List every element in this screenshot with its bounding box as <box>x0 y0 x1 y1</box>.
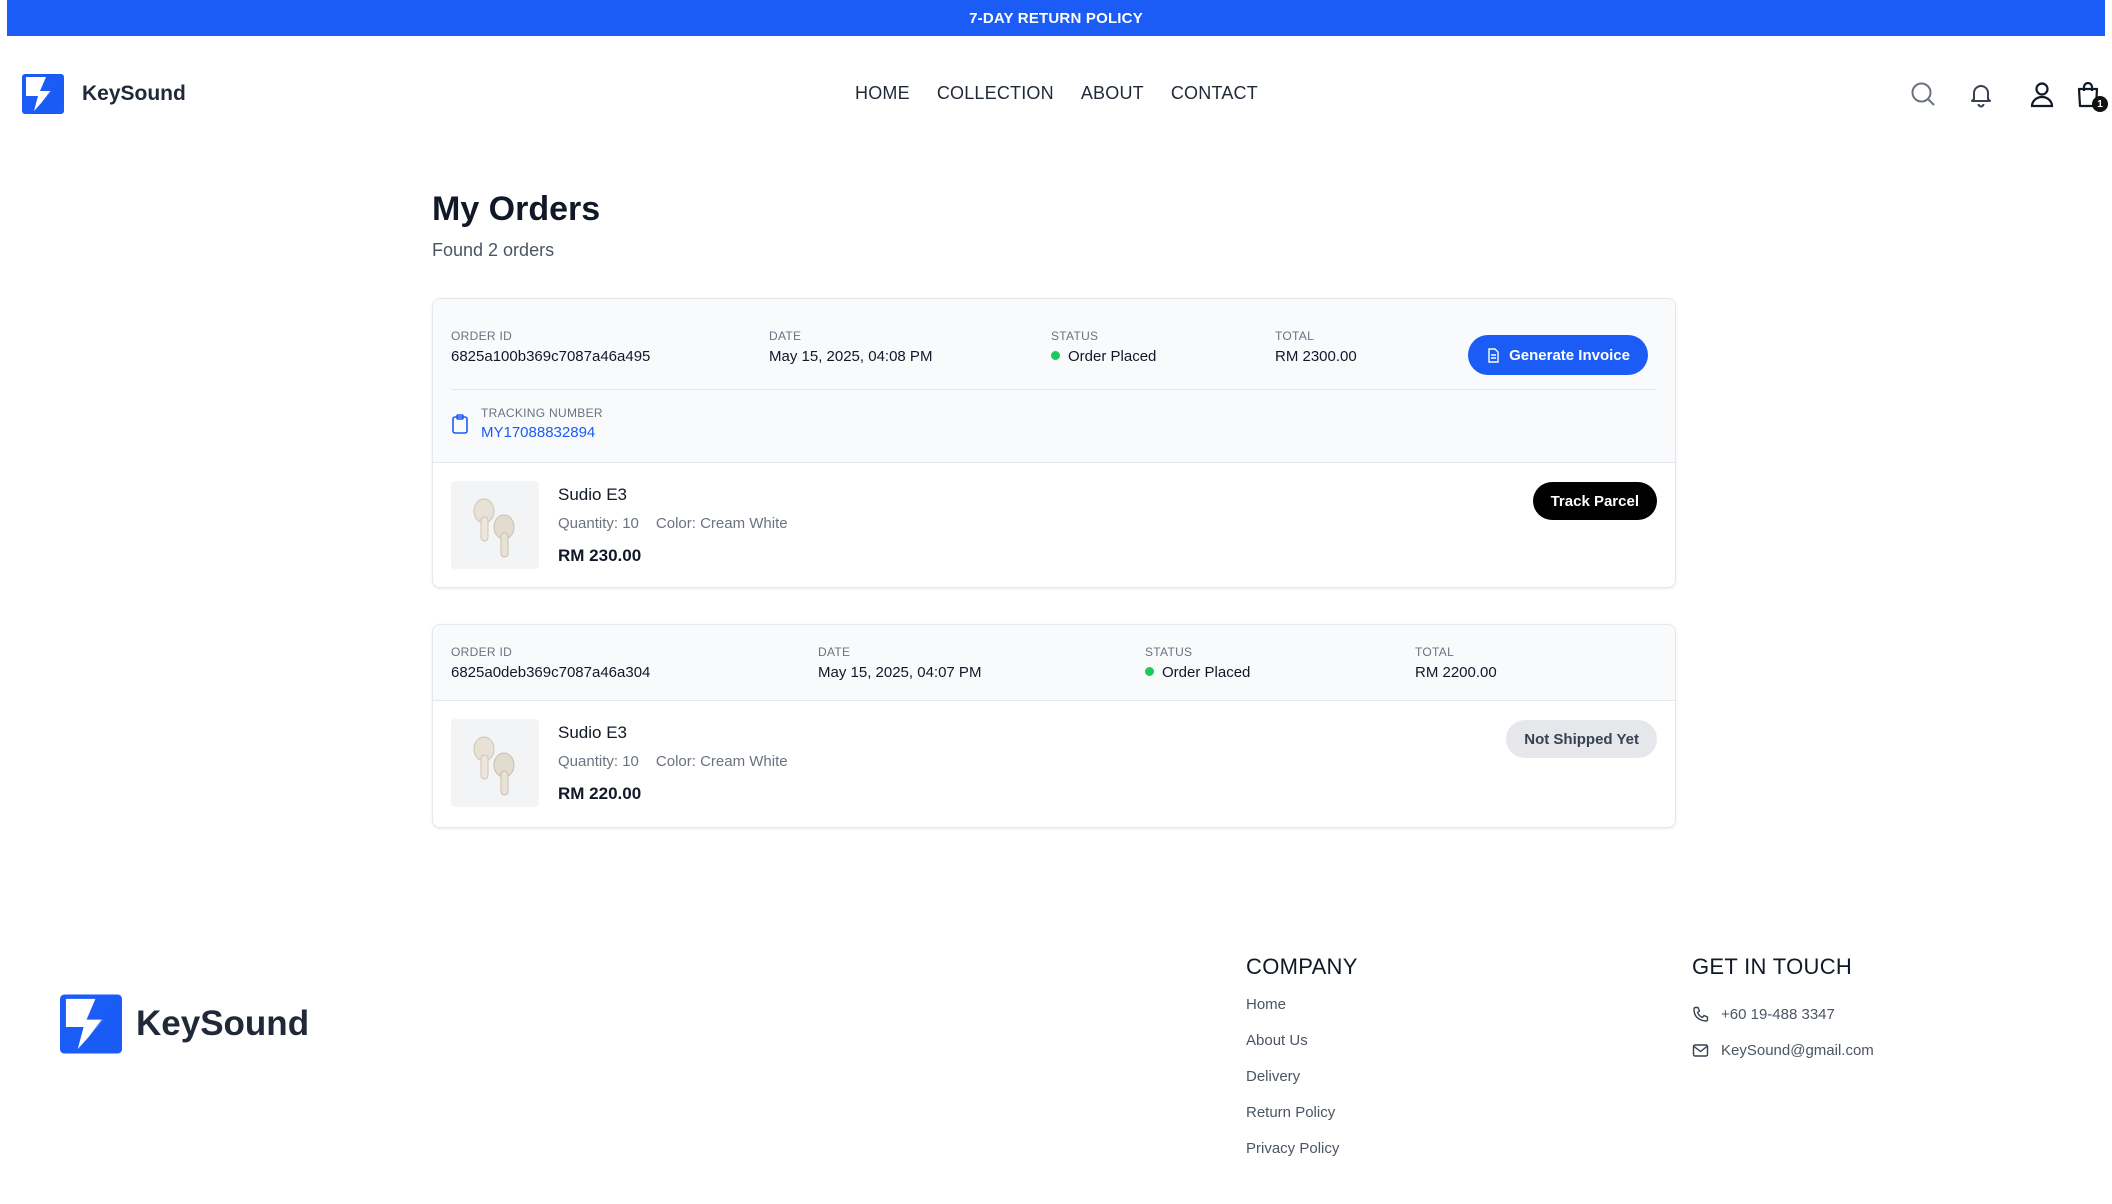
status-dot <box>1051 351 1060 360</box>
order-id-block: ORDER ID 6825a0deb369c7087a46a304 <box>451 645 650 681</box>
product-price: RM 230.00 <box>558 546 642 565</box>
brand-name: KeySound <box>82 82 186 105</box>
product-quantity: Quantity: 10 <box>558 753 639 770</box>
nav-contact[interactable]: CONTACT <box>1171 83 1258 104</box>
tracking-block: TRACKING NUMBER MY17088832894 <box>451 389 1657 441</box>
page-title: My Orders <box>432 190 601 228</box>
order-total-value: RM 2300.00 <box>1275 348 1357 365</box>
search-icon <box>1911 82 1935 106</box>
order-header: ORDER ID 6825a0deb369c7087a46a304 DATE M… <box>433 625 1675 701</box>
clipboard-icon <box>452 414 468 434</box>
footer-contact-heading: GET IN TOUCH <box>1692 954 1853 979</box>
contact-email[interactable]: KeySound@gmail.com <box>1692 1032 1874 1068</box>
order-id-value: 6825a0deb369c7087a46a304 <box>451 664 651 681</box>
product-image <box>451 481 539 569</box>
notifications-button[interactable] <box>1965 78 1997 110</box>
order-card: ORDER ID 6825a100b369c7087a46a495 DATE M… <box>432 298 1676 588</box>
keysound-logo-icon <box>60 994 122 1054</box>
status-dot <box>1145 667 1154 676</box>
document-icon <box>1488 347 1499 363</box>
nav-about[interactable]: ABOUT <box>1081 83 1144 104</box>
order-date-block: DATE May 15, 2025, 04:08 PM <box>769 329 932 365</box>
product-price: RM 220.00 <box>558 784 642 803</box>
cart-button[interactable]: 1 <box>2072 78 2108 112</box>
orders-count: Found 2 orders <box>432 240 555 260</box>
product-image <box>451 719 539 807</box>
order-id-label: ORDER ID <box>451 329 513 343</box>
product-color: Color: Cream White <box>655 753 788 770</box>
order-id-block: ORDER ID 6825a100b369c7087a46a495 <box>451 329 650 365</box>
order-status-block: STATUS Order Placed <box>1145 645 1250 681</box>
order-id-value: 6825a100b369c7087a46a495 <box>451 348 651 365</box>
contact-phone-text: +60 19-488 3347 <box>1721 1005 1835 1023</box>
earbuds-image <box>473 736 515 796</box>
tracking-number-link[interactable]: MY17088832894 <box>481 424 603 441</box>
shipping-status-badge: Not Shipped Yet <box>1506 720 1657 758</box>
footer-company-heading: COMPANY <box>1246 954 1358 979</box>
main-nav: HOME COLLECTION ABOUT CONTACT <box>855 83 1258 104</box>
cart-count-badge: 1 <box>2092 96 2108 112</box>
order-total-label: TOTAL <box>1275 329 1315 343</box>
order-date-label: DATE <box>818 645 851 659</box>
product-meta: Quantity: 10 Color: Cream White <box>558 515 788 532</box>
footer-link-home[interactable]: Home <box>1246 996 1358 1032</box>
order-status-row: Order Placed <box>1051 348 1156 365</box>
order-total-block: TOTAL RM 2300.00 <box>1275 329 1357 365</box>
footer-brand: KeySound <box>60 994 309 1054</box>
product-name: Sudio E3 <box>558 485 627 504</box>
order-status-label: STATUS <box>1051 329 1099 343</box>
site-header: KeySound HOME COLLECTION ABOUT CONTACT 1 <box>0 36 2112 151</box>
nav-collection[interactable]: COLLECTION <box>937 83 1054 104</box>
tracking-info: TRACKING NUMBER MY17088832894 <box>481 406 603 441</box>
phone-icon <box>1693 1006 1709 1022</box>
order-date-value: May 15, 2025, 04:07 PM <box>818 664 982 681</box>
earbuds-image <box>473 498 515 558</box>
user-icon <box>2030 82 2054 108</box>
bell-icon <box>1971 85 1991 108</box>
generate-invoice-button[interactable]: Generate Invoice <box>1468 335 1648 375</box>
contact-phone[interactable]: +60 19-488 3347 <box>1692 996 1874 1032</box>
brand-logo-link[interactable]: KeySound <box>22 74 186 114</box>
account-button[interactable] <box>2026 78 2058 110</box>
order-date-value: May 15, 2025, 04:08 PM <box>769 348 933 365</box>
mail-icon <box>1692 1043 1709 1057</box>
order-date-block: DATE May 15, 2025, 04:07 PM <box>818 645 981 681</box>
product-meta: Quantity: 10 Color: Cream White <box>558 753 788 770</box>
nav-home[interactable]: HOME <box>855 83 910 104</box>
footer-brand-name: KeySound <box>136 1004 310 1043</box>
order-date-label: DATE <box>769 329 802 343</box>
order-status-block: STATUS Order Placed <box>1051 329 1156 365</box>
tracking-label: TRACKING NUMBER <box>481 406 603 420</box>
product-name: Sudio E3 <box>558 723 627 742</box>
order-item: Sudio E3 Quantity: 10 Color: Cream White… <box>433 463 1675 587</box>
order-total-value: RM 2200.00 <box>1415 664 1497 681</box>
footer-link-privacy-policy[interactable]: Privacy Policy <box>1246 1140 1358 1176</box>
order-status-row: Order Placed <box>1145 664 1250 681</box>
order-status-value: Order Placed <box>1162 664 1251 681</box>
footer-link-about[interactable]: About Us <box>1246 1032 1358 1068</box>
order-card: ORDER ID 6825a0deb369c7087a46a304 DATE M… <box>432 624 1676 828</box>
footer-link-return-policy[interactable]: Return Policy <box>1246 1104 1358 1140</box>
footer-contact: GET IN TOUCH +60 19-488 3347 KeySound@gm… <box>1692 954 1874 1068</box>
generate-invoice-label: Generate Invoice <box>1509 346 1630 364</box>
keysound-logo-icon <box>22 74 64 114</box>
order-item: Sudio E3 Quantity: 10 Color: Cream White… <box>433 701 1675 827</box>
order-total-block: TOTAL RM 2200.00 <box>1415 645 1497 681</box>
order-status-value: Order Placed <box>1068 348 1157 365</box>
order-header: ORDER ID 6825a100b369c7087a46a495 DATE M… <box>433 299 1675 463</box>
order-total-label: TOTAL <box>1415 645 1455 659</box>
product-quantity: Quantity: 10 <box>558 515 639 532</box>
product-color: Color: Cream White <box>655 515 788 532</box>
search-button[interactable] <box>1907 78 1939 110</box>
promo-banner: 7-DAY RETURN POLICY <box>7 0 2105 36</box>
order-id-label: ORDER ID <box>451 645 513 659</box>
track-parcel-button[interactable]: Track Parcel <box>1532 482 1657 520</box>
footer-company: COMPANY Home About Us Delivery Return Po… <box>1246 954 1358 1176</box>
order-status-label: STATUS <box>1145 645 1193 659</box>
footer-link-delivery[interactable]: Delivery <box>1246 1068 1358 1104</box>
contact-email-text: KeySound@gmail.com <box>1721 1041 1874 1059</box>
